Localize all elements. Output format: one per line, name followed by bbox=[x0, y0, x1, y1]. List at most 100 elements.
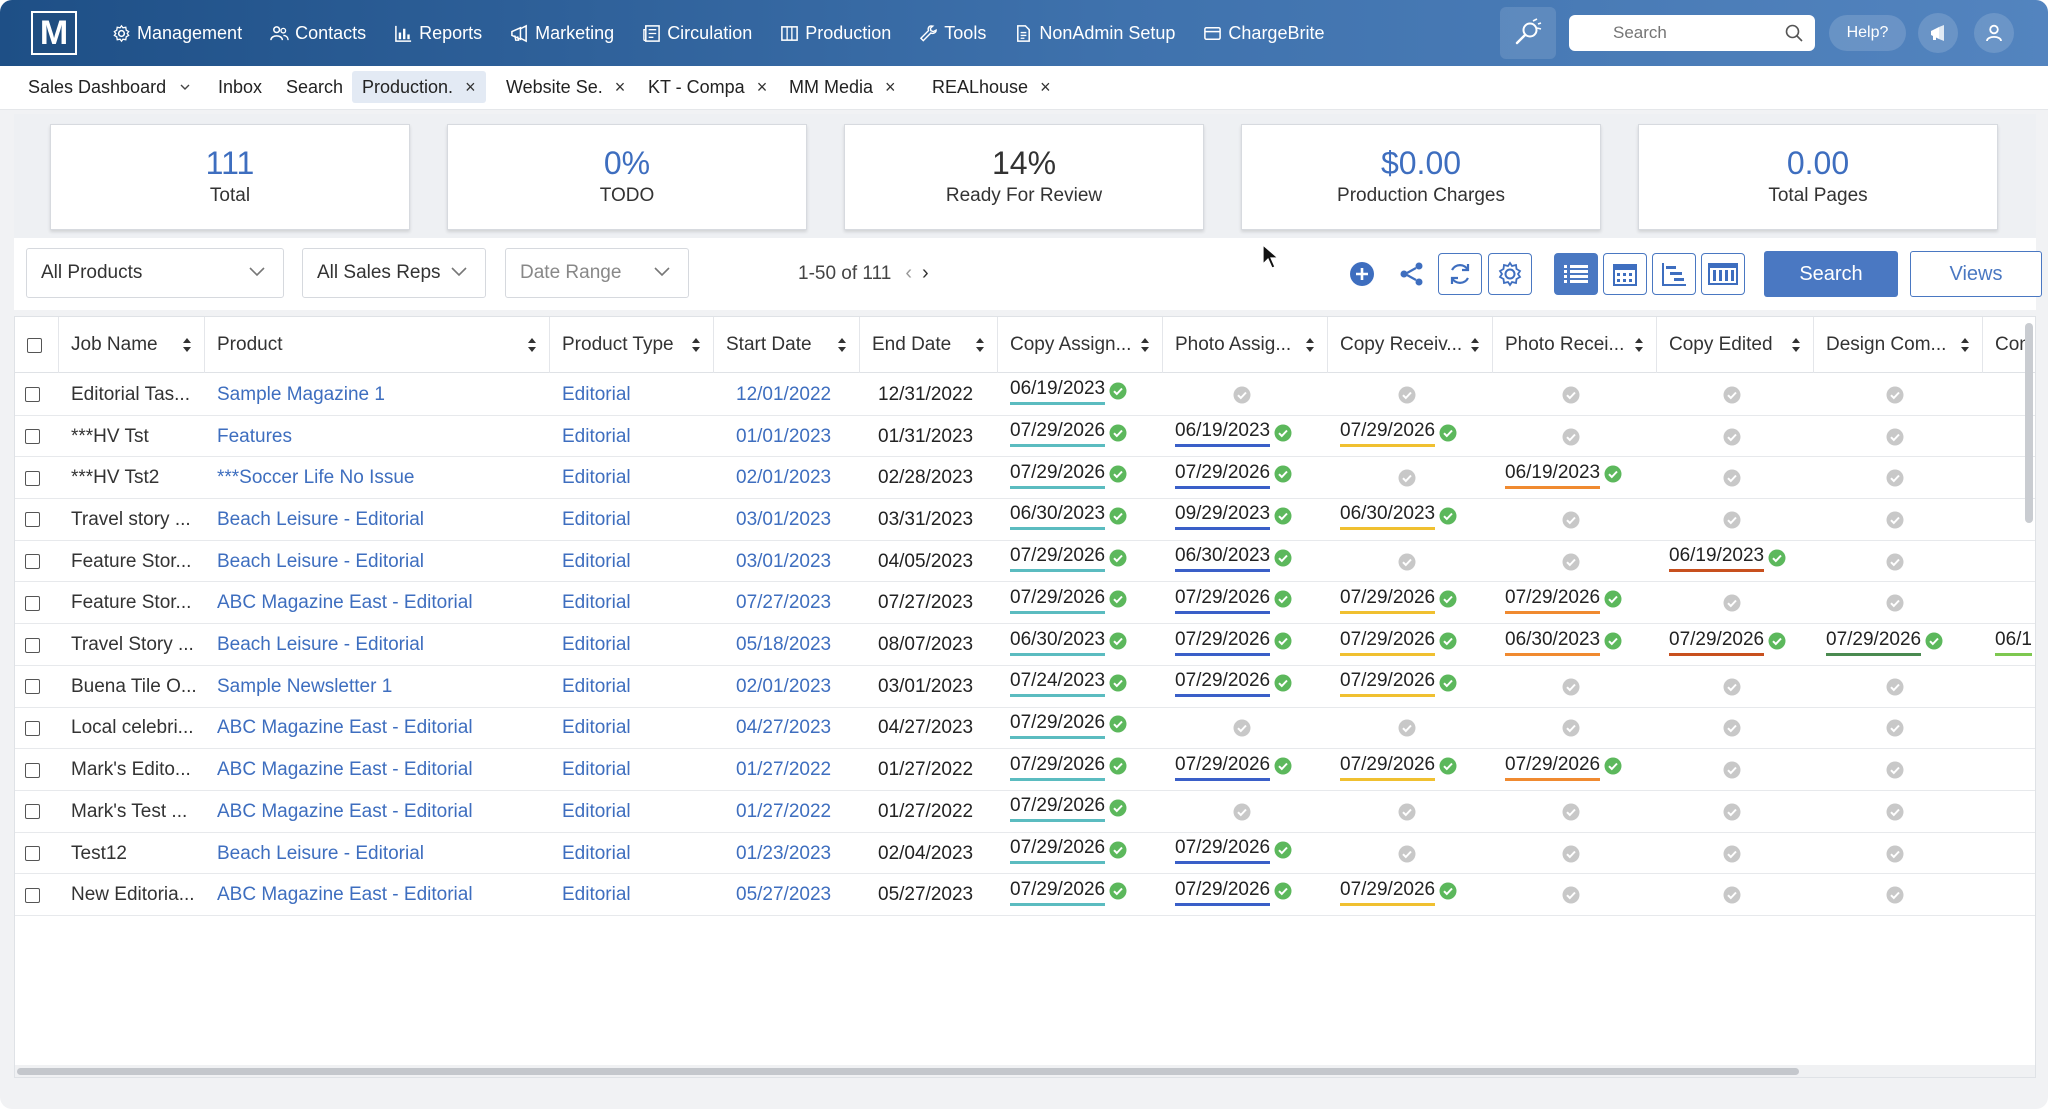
pending-check-icon[interactable] bbox=[1723, 761, 1741, 779]
product-type-link[interactable]: Editorial bbox=[562, 676, 631, 698]
stage-date[interactable]: 06/30/2023 bbox=[1010, 629, 1127, 656]
stat-card[interactable]: 0.00 Total Pages bbox=[1638, 124, 1998, 230]
product-link[interactable]: Beach Leisure - Editorial bbox=[217, 509, 424, 531]
product-link[interactable]: ABC Magazine East - Editorial bbox=[217, 884, 473, 906]
product-type-link[interactable]: Editorial bbox=[562, 801, 631, 823]
stage-date[interactable]: 07/29/2026 bbox=[1010, 587, 1127, 614]
start-date-link[interactable]: 01/01/2023 bbox=[726, 426, 831, 448]
nav-nonadmin-setup[interactable]: NonAdmin Setup bbox=[1014, 23, 1175, 44]
stage-date[interactable]: 07/29/2026 bbox=[1340, 420, 1457, 448]
stage-date[interactable]: 07/29/2026 bbox=[1340, 670, 1457, 698]
column-header[interactable]: Start Date bbox=[714, 317, 860, 373]
pending-check-icon[interactable] bbox=[1562, 719, 1580, 737]
search-button[interactable]: Search bbox=[1764, 251, 1898, 297]
pending-check-icon[interactable] bbox=[1398, 553, 1416, 571]
table-row[interactable]: Feature Stor... ABC Magazine East - Edito… bbox=[15, 583, 2035, 625]
stage-date[interactable]: 06/19/2023 bbox=[1010, 378, 1127, 406]
column-header[interactable]: Product Type bbox=[550, 317, 714, 373]
stage-date[interactable]: 07/29/2026 bbox=[1340, 879, 1457, 906]
views-button[interactable]: Views bbox=[1910, 251, 2042, 297]
stage-date[interactable]: 07/29/2026 bbox=[1175, 462, 1292, 489]
job-name-cell[interactable]: Buena Tile O... bbox=[59, 666, 205, 708]
pending-check-icon[interactable] bbox=[1886, 761, 1904, 779]
user-menu-button[interactable] bbox=[1974, 13, 2014, 53]
pending-check-icon[interactable] bbox=[1723, 594, 1741, 612]
product-link[interactable]: ABC Magazine East - Editorial bbox=[217, 801, 473, 823]
close-icon[interactable]: × bbox=[1040, 77, 1051, 98]
sort-icon[interactable] bbox=[1634, 337, 1644, 353]
stage-date[interactable]: 07/29/2026 bbox=[1175, 837, 1292, 865]
nav-tools[interactable]: Tools bbox=[919, 23, 986, 44]
product-link[interactable]: Beach Leisure - Editorial bbox=[217, 551, 424, 573]
pending-check-icon[interactable] bbox=[1233, 386, 1251, 404]
stage-date[interactable]: 07/29/2026 bbox=[1340, 754, 1457, 781]
pending-check-icon[interactable] bbox=[1723, 428, 1741, 446]
stage-date[interactable]: 07/29/2026 bbox=[1010, 879, 1127, 906]
pending-check-icon[interactable] bbox=[1398, 803, 1416, 821]
row-checkbox[interactable] bbox=[25, 887, 40, 903]
stage-date[interactable]: 07/29/2026 bbox=[1175, 629, 1292, 656]
product-type-link[interactable]: Editorial bbox=[562, 843, 631, 865]
add-button[interactable] bbox=[1340, 253, 1384, 295]
tab-4[interactable]: Website Se. × bbox=[496, 71, 635, 103]
product-link[interactable]: ABC Magazine East - Editorial bbox=[217, 717, 473, 739]
stage-date[interactable]: 06/19/2023 bbox=[1669, 545, 1786, 573]
tab-0[interactable]: Sales Dashboard bbox=[18, 71, 200, 103]
job-name-cell[interactable]: Mark's Edito... bbox=[59, 749, 205, 791]
product-type-link[interactable]: Editorial bbox=[562, 759, 631, 781]
product-link[interactable]: Beach Leisure - Editorial bbox=[217, 843, 424, 865]
pending-check-icon[interactable] bbox=[1398, 469, 1416, 487]
sort-icon[interactable] bbox=[1305, 337, 1315, 353]
job-name-cell[interactable]: ***HV Tst2 bbox=[59, 457, 205, 499]
stat-card[interactable]: $0.00 Production Charges bbox=[1241, 124, 1601, 230]
job-name-cell[interactable]: Editorial Tas... bbox=[59, 374, 205, 416]
sort-icon[interactable] bbox=[975, 337, 985, 353]
pending-check-icon[interactable] bbox=[1886, 845, 1904, 863]
stage-date[interactable]: 07/29/2026 bbox=[1175, 670, 1292, 698]
tab-5[interactable]: KT - Compa × bbox=[638, 71, 777, 103]
pending-check-icon[interactable] bbox=[1723, 719, 1741, 737]
stat-card[interactable]: 14% Ready For Review bbox=[844, 124, 1204, 230]
stage-date[interactable]: 06/30/2023 bbox=[1340, 503, 1457, 531]
product-type-link[interactable]: Editorial bbox=[562, 717, 631, 739]
pending-check-icon[interactable] bbox=[1723, 886, 1741, 904]
start-date-link[interactable]: 02/01/2023 bbox=[726, 676, 831, 698]
stage-date[interactable]: 07/29/2026 bbox=[1010, 754, 1127, 781]
column-header[interactable]: Photo Recei... bbox=[1493, 317, 1657, 373]
product-link[interactable]: ABC Magazine East - Editorial bbox=[217, 759, 473, 781]
pending-check-icon[interactable] bbox=[1723, 803, 1741, 821]
stage-date[interactable]: 07/29/2026 bbox=[1669, 629, 1786, 656]
chevron-left-icon[interactable]: ‹ bbox=[905, 262, 912, 285]
stage-date[interactable]: 07/29/2026 bbox=[1340, 587, 1457, 614]
stat-card[interactable]: 111 Total bbox=[50, 124, 410, 230]
pending-check-icon[interactable] bbox=[1562, 428, 1580, 446]
product-link[interactable]: ABC Magazine East - Editorial bbox=[217, 592, 473, 614]
start-date-link[interactable]: 01/27/2022 bbox=[726, 801, 831, 823]
pending-check-icon[interactable] bbox=[1398, 719, 1416, 737]
table-row[interactable]: Editorial Tas... Sample Magazine 1 Editori… bbox=[15, 374, 2035, 416]
row-checkbox[interactable] bbox=[25, 804, 40, 820]
nav-chargebrite[interactable]: ChargeBrite bbox=[1203, 23, 1324, 44]
product-link[interactable]: Sample Newsletter 1 bbox=[217, 676, 392, 698]
pending-check-icon[interactable] bbox=[1886, 678, 1904, 696]
stage-date[interactable]: 06/19/2023 bbox=[1175, 420, 1292, 448]
start-date-link[interactable]: 05/18/2023 bbox=[726, 634, 831, 656]
stage-date[interactable]: 07/29/2026 bbox=[1826, 629, 1943, 656]
stage-date[interactable]: 06/30/2023 bbox=[1175, 545, 1292, 573]
pending-check-icon[interactable] bbox=[1562, 553, 1580, 571]
pending-check-icon[interactable] bbox=[1562, 845, 1580, 863]
column-header[interactable]: Photo Assig... bbox=[1163, 317, 1328, 373]
tab-7[interactable]: REALhouse × bbox=[922, 71, 1061, 103]
horizontal-scrollbar[interactable] bbox=[15, 1065, 2035, 1077]
column-header[interactable]: Product bbox=[205, 317, 550, 373]
sort-icon[interactable] bbox=[1140, 337, 1150, 353]
sort-icon[interactable] bbox=[691, 337, 701, 353]
row-checkbox[interactable] bbox=[25, 637, 40, 653]
refresh-button[interactable] bbox=[1438, 253, 1482, 295]
product-link[interactable]: Features bbox=[217, 426, 292, 448]
pending-check-icon[interactable] bbox=[1886, 469, 1904, 487]
pending-check-icon[interactable] bbox=[1562, 886, 1580, 904]
tab-2[interactable]: Search bbox=[276, 71, 353, 103]
stage-date[interactable]: 06/1 bbox=[1995, 629, 2032, 656]
help-button[interactable]: Help? bbox=[1829, 15, 1906, 51]
